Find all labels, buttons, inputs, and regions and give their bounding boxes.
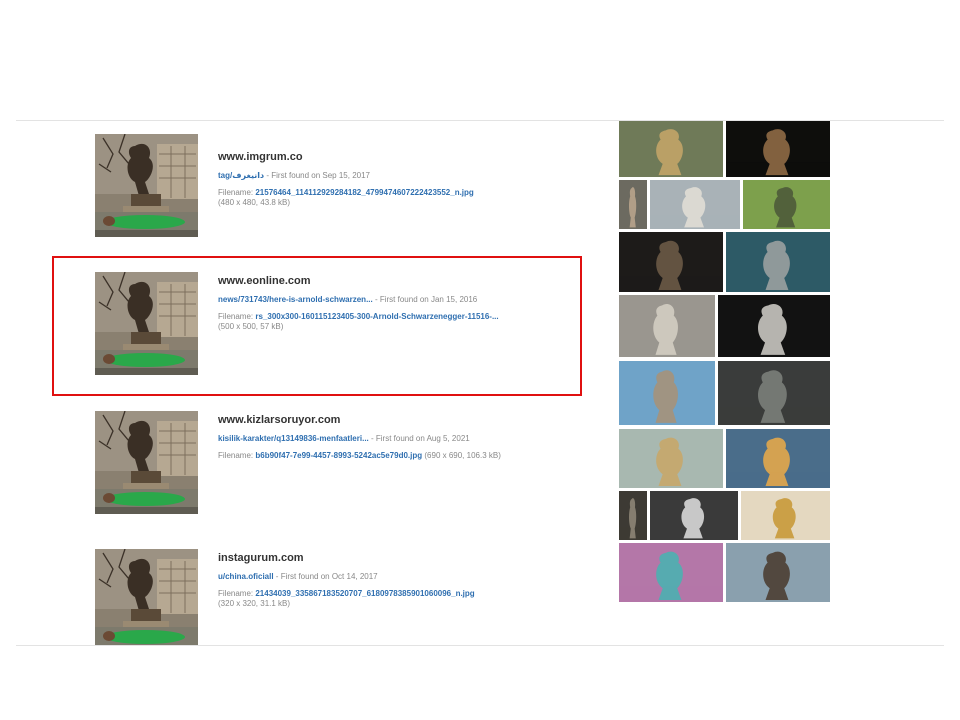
statue-photo-icon <box>95 134 198 237</box>
statue-image-icon <box>743 180 830 229</box>
small-statue-dark-tile[interactable] <box>619 491 647 540</box>
result-link[interactable]: u/china.oficiall <box>218 572 274 581</box>
result-thumbnail[interactable] <box>95 411 198 514</box>
result-link[interactable]: kisilik-karakter/q13149836-menfaatleri..… <box>218 434 369 443</box>
warrior-statue-mountains-tile[interactable] <box>726 543 830 602</box>
statue-small-tile[interactable] <box>619 180 647 229</box>
image-dimensions: (320 x 320, 31.1 kB) <box>218 599 291 608</box>
draped-figure-tile[interactable] <box>619 295 715 357</box>
result-thumbnail[interactable] <box>95 134 198 237</box>
statue-image-icon <box>619 232 723 292</box>
meta-separator: - <box>368 434 376 443</box>
statue-image-icon <box>718 295 830 357</box>
statue-image-icon <box>650 491 738 540</box>
image-dimensions: (690 x 690, 106.3 kB) <box>424 451 501 460</box>
statue-photo-icon <box>95 549 198 645</box>
bottom-divider <box>16 645 944 646</box>
filename-label: Filename: <box>218 589 254 598</box>
liberty-pink-sky-tile[interactable] <box>619 543 723 602</box>
fountain-statue-arches-tile[interactable] <box>619 429 723 488</box>
statue-image-icon <box>619 543 723 602</box>
statue-image-icon <box>619 295 715 357</box>
filename-link[interactable]: b6b90f47-7e99-4457-8993-5242ac5e79d0.jpg <box>255 451 422 460</box>
first-found-date: First found on Sep 15, 2017 <box>271 171 370 180</box>
result-thumbnail[interactable] <box>95 549 198 645</box>
selected-result-highlight <box>52 256 582 396</box>
statue-image-icon <box>726 429 830 488</box>
park-statue-tile[interactable] <box>743 180 830 229</box>
result-info: www.imgrum.co tag/دانيغرف - First found … <box>218 150 598 208</box>
result-domain[interactable]: instagurum.com <box>218 551 598 565</box>
statue-image-icon <box>619 491 647 540</box>
statue-image-icon <box>619 121 723 177</box>
statue-image-icon <box>726 232 830 292</box>
image-dimensions: (480 x 480, 43.8 kB) <box>218 198 291 207</box>
black-white-relief-tile[interactable] <box>650 491 738 540</box>
meta-separator: - <box>273 572 281 581</box>
statue-of-liberty-face-tile[interactable] <box>650 180 740 229</box>
statue-image-icon <box>741 491 830 540</box>
marble-face-closeup-tile[interactable] <box>718 295 830 357</box>
buddha-blue-sky-tile[interactable] <box>619 361 715 425</box>
result-info: instagurum.com u/china.oficiall - First … <box>218 551 598 609</box>
result-domain[interactable]: www.kizlarsoruyor.com <box>218 413 598 427</box>
first-found-date: First found on Aug 5, 2021 <box>375 434 470 443</box>
thinker-dark-tile[interactable] <box>718 361 830 425</box>
first-found-date: First found on Oct 14, 2017 <box>280 572 378 581</box>
filename-link[interactable]: 21576464_114112929284182_479947460722242… <box>255 188 473 197</box>
result-item: instagurum.com u/china.oficiall - First … <box>0 549 610 645</box>
result-item: www.imgrum.co tag/دانيغرف - First found … <box>0 134 610 254</box>
golden-statue-sunset-tile[interactable] <box>726 429 830 488</box>
filename-label: Filename: <box>218 188 254 197</box>
seated-statue-teal-tile[interactable] <box>726 232 830 292</box>
statue-image-icon <box>726 543 830 602</box>
result-info: www.kizlarsoruyor.com kisilik-karakter/q… <box>218 413 598 461</box>
statue-image-icon <box>619 361 715 425</box>
result-domain[interactable]: www.imgrum.co <box>218 150 598 164</box>
dark-statue-night-tile[interactable] <box>726 121 830 177</box>
statue-image-icon <box>718 361 830 425</box>
result-link[interactable]: tag/دانيغرف <box>218 171 264 180</box>
statue-image-icon <box>619 180 647 229</box>
statue-image-icon <box>650 180 740 229</box>
rodin-thinker-forest-tile[interactable] <box>619 121 723 177</box>
statue-photo-icon <box>95 411 198 514</box>
statue-image-icon <box>726 121 830 177</box>
statue-image-icon <box>619 429 723 488</box>
filename-label: Filename: <box>218 451 254 460</box>
bronze-bust-dark-tile[interactable] <box>619 232 723 292</box>
golden-horse-hall-tile[interactable] <box>741 491 830 540</box>
result-item: www.kizlarsoruyor.com kisilik-karakter/q… <box>0 411 610 531</box>
filename-link[interactable]: 21434039_335867183520707_618097838590106… <box>255 589 474 598</box>
